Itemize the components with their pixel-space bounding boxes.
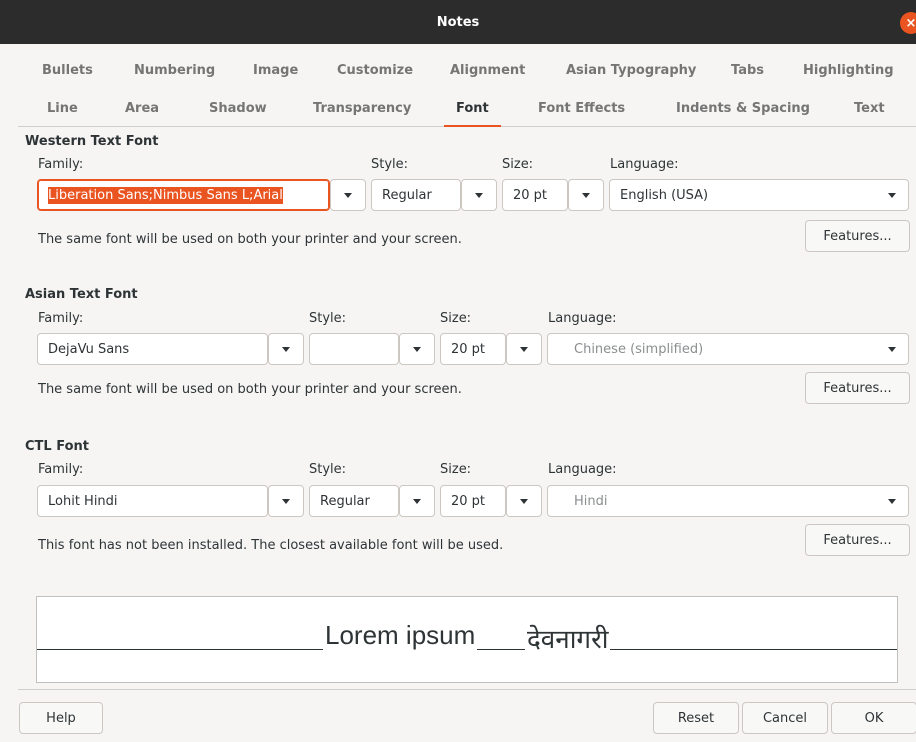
chevron-down-icon [582,192,590,198]
western-style-label: Style: [371,157,409,172]
asian-family-input[interactable]: DejaVu Sans [37,333,268,365]
western-section-title: Western Text Font [25,134,159,149]
chevron-down-icon [413,498,421,504]
asian-section-title: Asian Text Font [25,287,138,302]
ctl-features-button[interactable]: Features... [805,524,910,556]
western-note: The same font will be used on both your … [38,232,462,247]
asian-language-value: Chinese (simplified) [574,341,704,357]
ok-button[interactable]: OK [831,702,916,734]
chevron-down-icon [344,192,352,198]
chevron-down-icon [413,346,421,352]
ctl-family-label: Family: [38,462,84,477]
tab-alignment[interactable]: Alignment [450,52,525,88]
tab-area[interactable]: Area [125,90,159,126]
western-size-label: Size: [502,157,534,172]
ctl-size-dropdown-button[interactable] [506,485,542,517]
tab-line[interactable]: Line [47,90,78,126]
ctl-family-dropdown-button[interactable] [268,485,304,517]
ctl-family-input[interactable]: Lohit Hindi [37,485,268,517]
asian-style-input[interactable] [309,333,399,365]
tab-image[interactable]: Image [253,52,298,88]
asian-size-value: 20 pt [451,341,486,357]
ctl-style-input[interactable]: Regular [309,485,399,517]
ctl-family-value: Lohit Hindi [48,493,118,509]
font-preview: Lorem ipsum देवनागरी [36,596,898,683]
tab-asian-typography[interactable]: Asian Typography [566,52,696,88]
title-bar: Notes × [0,0,916,44]
cancel-button[interactable]: Cancel [742,702,828,734]
western-family-value: Liberation Sans;Nimbus Sans L;Arial [48,186,283,204]
tab-text[interactable]: Text [854,90,885,126]
chevron-down-icon [888,347,896,352]
chevron-down-icon [282,346,290,352]
western-family-label: Family: [38,157,84,172]
tab-tabs[interactable]: Tabs [731,52,764,88]
tab-font[interactable]: Font [444,90,501,127]
chevron-down-icon [475,192,483,198]
tab-font-effects[interactable]: Font Effects [538,90,625,126]
ctl-section-title: CTL Font [25,439,89,454]
western-style-value: Regular [382,187,432,203]
western-size-dropdown-button[interactable] [568,179,604,211]
ctl-style-value: Regular [320,493,370,509]
tab-bullets[interactable]: Bullets [42,52,93,88]
tab-transparency[interactable]: Transparency [313,90,411,126]
asian-size-dropdown-button[interactable] [506,333,542,365]
help-button[interactable]: Help [19,702,103,734]
western-size-value: 20 pt [513,187,548,203]
ctl-language-value: Hindi [574,493,608,509]
ctl-style-dropdown-button[interactable] [399,485,435,517]
asian-family-dropdown-button[interactable] [268,333,304,365]
ctl-size-input[interactable]: 20 pt [440,485,506,517]
western-size-input[interactable]: 20 pt [502,179,568,211]
ctl-language-select[interactable]: Hindi [547,485,909,517]
asian-size-label: Size: [440,311,472,326]
tab-indents-spacing[interactable]: Indents & Spacing [676,90,810,126]
western-style-input[interactable]: Regular [371,179,461,211]
ctl-note: This font has not been installed. The cl… [38,538,504,553]
tab-shadow[interactable]: Shadow [209,90,267,126]
preview-devanagari-text: देवनागरी [525,620,611,656]
tab-numbering[interactable]: Numbering [134,52,215,88]
western-language-value: English (USA) [620,187,709,203]
asian-note: The same font will be used on both your … [38,382,462,397]
tab-row-upper: Bullets Numbering Image Customize Alignm… [18,52,916,88]
western-language-label: Language: [610,157,679,172]
western-family-input[interactable]: Liberation Sans;Nimbus Sans L;Arial [37,179,330,211]
ctl-size-label: Size: [440,462,472,477]
asian-family-label: Family: [38,311,84,326]
western-family-dropdown-button[interactable] [330,179,366,211]
western-style-dropdown-button[interactable] [461,179,497,211]
asian-size-input[interactable]: 20 pt [440,333,506,365]
chevron-down-icon [888,193,896,198]
ctl-style-label: Style: [309,462,347,477]
chevron-down-icon [520,346,528,352]
asian-language-select[interactable]: Chinese (simplified) [547,333,909,365]
western-features-button[interactable]: Features... [805,220,910,252]
asian-language-label: Language: [548,311,617,326]
window-title: Notes [436,14,480,30]
reset-button[interactable]: Reset [653,702,739,734]
footer-separator [18,689,916,690]
asian-style-dropdown-button[interactable] [399,333,435,365]
western-language-select[interactable]: English (USA) [609,179,909,211]
tab-row-lower: Line Area Shadow Transparency Font Font … [18,90,916,127]
chevron-down-icon [888,499,896,504]
tab-highlighting[interactable]: Highlighting [803,52,894,88]
asian-family-value: DejaVu Sans [48,341,130,357]
close-icon[interactable]: × [900,12,916,34]
asian-features-button[interactable]: Features... [805,372,910,404]
preview-latin-text: Lorem ipsum [323,620,478,651]
chevron-down-icon [520,498,528,504]
tab-customize[interactable]: Customize [337,52,413,88]
ctl-size-value: 20 pt [451,493,486,509]
ctl-language-label: Language: [548,462,617,477]
chevron-down-icon [282,498,290,504]
asian-style-label: Style: [309,311,347,326]
